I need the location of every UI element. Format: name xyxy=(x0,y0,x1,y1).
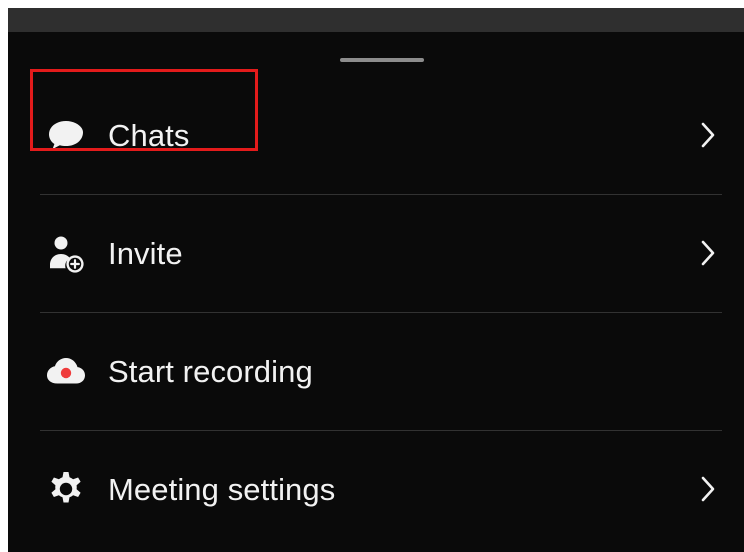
invite-chevron-right-icon xyxy=(696,236,720,270)
meeting-settings-label: Meeting settings xyxy=(108,471,336,507)
invite-user-icon xyxy=(44,231,88,275)
start-recording-menu-item[interactable]: Start recording xyxy=(8,312,744,430)
sheet-drag-handle[interactable] xyxy=(340,58,424,62)
chat-bubble-icon xyxy=(44,113,88,157)
top-status-strip xyxy=(8,8,744,32)
invite-label: Invite xyxy=(108,235,183,271)
gear-icon xyxy=(44,467,88,511)
meeting-options-screen: Chats Invite Start recording Meeting set… xyxy=(8,8,744,552)
cloud-record-icon xyxy=(44,349,88,393)
start-recording-label: Start recording xyxy=(108,353,313,389)
meeting-settings-menu-item[interactable]: Meeting settings xyxy=(8,430,744,548)
meeting-settings-chevron-right-icon xyxy=(696,472,720,506)
chats-chevron-right-icon xyxy=(696,118,720,152)
chats-menu-item[interactable]: Chats xyxy=(8,76,744,194)
chats-label: Chats xyxy=(108,117,190,153)
bottom-sheet-menu: Chats Invite Start recording Meeting set… xyxy=(8,32,744,552)
invite-menu-item[interactable]: Invite xyxy=(8,194,744,312)
